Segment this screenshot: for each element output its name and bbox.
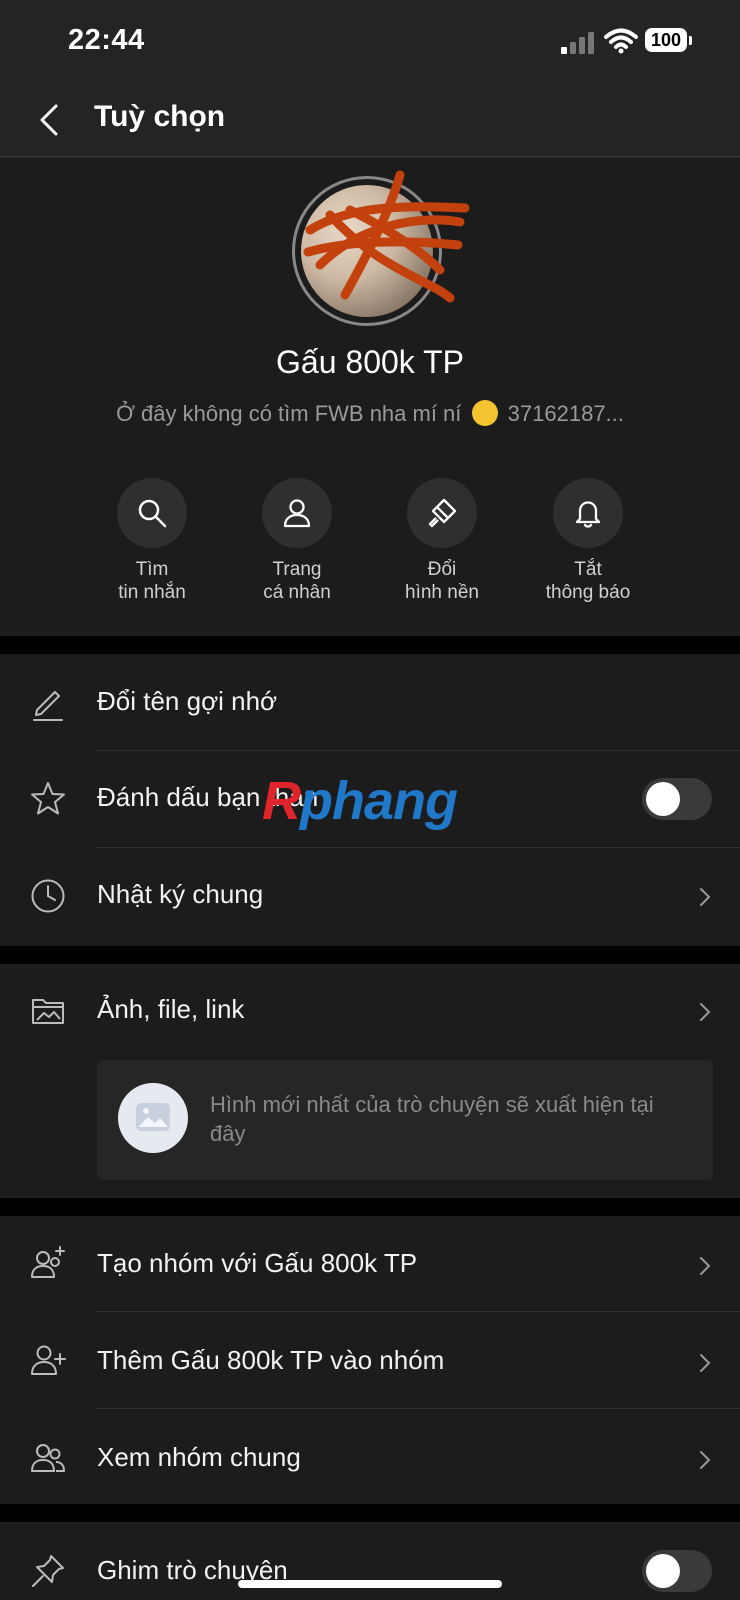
profile-status-text: Ở đây không có tìm FWB nha mí ní <box>116 401 462 426</box>
status-time: 22:44 <box>68 24 145 56</box>
profile-name: Gấu 800k TP <box>276 344 464 380</box>
back-arrow-icon[interactable] <box>32 100 66 140</box>
watermark-logo: Rphang <box>262 771 458 831</box>
signal-icon <box>561 32 594 54</box>
row-divider <box>96 1311 740 1312</box>
image-icon <box>136 1103 170 1131</box>
media-files-links-row[interactable]: Ảnh, file, link <box>97 994 244 1025</box>
home-indicator <box>238 1580 502 1588</box>
clock-icon <box>31 879 65 913</box>
row-divider <box>96 847 740 848</box>
row-divider <box>96 750 740 751</box>
paintbrush-icon <box>428 498 457 528</box>
pencil-icon <box>33 691 63 721</box>
row-divider <box>96 1408 740 1409</box>
crying-emoji-icon <box>471 400 498 426</box>
rename-nickname-row[interactable]: Đổi tên gợi nhớ <box>97 686 277 717</box>
star-icon <box>31 782 65 815</box>
chevron-right-icon <box>700 1354 711 1372</box>
folder-image-icon <box>32 999 64 1024</box>
profile-page-label: Trang cá nhân <box>263 559 331 603</box>
search-icon <box>138 499 167 528</box>
mute-notifications-button[interactable] <box>553 478 623 548</box>
add-user-icon <box>31 1345 66 1375</box>
search-messages-label: Tìm tin nhắn <box>118 559 186 603</box>
chevron-right-icon <box>700 1003 711 1021</box>
profile-page-button[interactable] <box>262 478 332 548</box>
media-placeholder-text: Hình mới nhất của trò chuyện sẽ xuất hiệ… <box>210 1092 654 1146</box>
best-friend-toggle[interactable] <box>642 778 712 820</box>
create-group-row[interactable]: Tạo nhóm với Gấu 800k TP <box>97 1248 417 1279</box>
create-group-icon <box>31 1246 65 1278</box>
search-messages-button[interactable] <box>117 478 187 548</box>
person-icon <box>283 499 311 528</box>
change-wallpaper-button[interactable] <box>407 478 477 548</box>
header-divider <box>0 156 740 157</box>
chevron-right-icon <box>700 888 711 906</box>
change-wallpaper-label: Đổi hình nền <box>405 559 479 603</box>
bell-icon <box>575 501 601 528</box>
pin-icon <box>32 1555 64 1587</box>
wifi-icon <box>604 28 638 54</box>
page-title: Tuỳ chọn <box>94 100 226 133</box>
mute-notifications-label: Tắt thông báo <box>545 559 631 603</box>
battery-level: 100 <box>645 28 687 52</box>
pin-chat-toggle[interactable] <box>642 1550 712 1592</box>
profile-status: Ở đây không có tìm FWB nha mí ní 3716218… <box>0 400 740 427</box>
shared-diary-row[interactable]: Nhật ký chung <box>97 879 263 910</box>
chevron-right-icon <box>700 1451 711 1469</box>
group-icon <box>31 1444 65 1472</box>
profile-status-number: 37162187... <box>507 401 624 426</box>
media-placeholder-thumbnail <box>118 1083 188 1153</box>
add-to-group-row[interactable]: Thêm Gấu 800k TP vào nhóm <box>97 1345 444 1376</box>
battery-icon: 100 <box>645 28 693 54</box>
scribble-overlay <box>303 170 470 303</box>
common-groups-row[interactable]: Xem nhóm chung <box>97 1442 301 1473</box>
chevron-right-icon <box>700 1257 711 1275</box>
